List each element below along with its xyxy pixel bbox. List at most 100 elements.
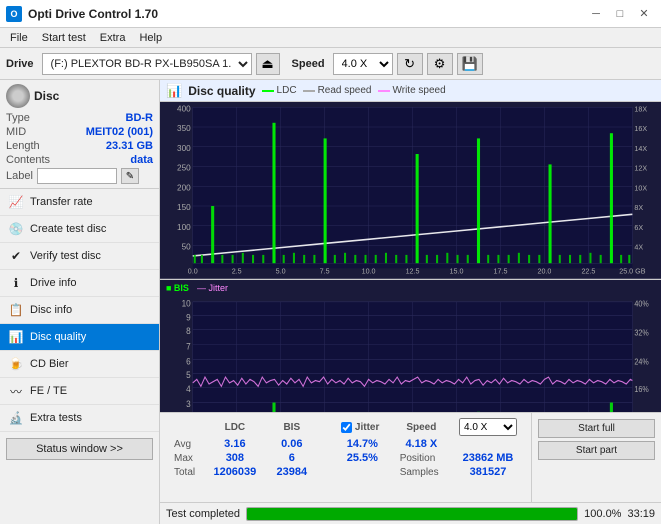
speed-value-select[interactable]: 4.0 X bbox=[459, 418, 517, 436]
minimize-button[interactable]: ─ bbox=[585, 5, 607, 23]
svg-text:8X: 8X bbox=[634, 203, 643, 212]
disc-quality-header: 📊 Disc quality LDC Read speed Write spee… bbox=[160, 80, 661, 102]
disc-label-row: Label ✎ bbox=[6, 168, 153, 184]
menu-extra[interactable]: Extra bbox=[94, 31, 132, 45]
nav-list: 📈Transfer rate💿Create test disc✔Verify t… bbox=[0, 189, 159, 432]
svg-text:0.0: 0.0 bbox=[188, 267, 198, 276]
progress-bar-outer bbox=[246, 507, 578, 521]
svg-text:24%: 24% bbox=[634, 357, 648, 367]
svg-text:32%: 32% bbox=[634, 328, 648, 338]
speed-select[interactable]: 4.0 X bbox=[333, 53, 393, 75]
ldc-color-dot bbox=[262, 90, 274, 92]
label-input[interactable] bbox=[37, 168, 117, 184]
type-label: Type bbox=[6, 112, 30, 124]
total-bis: 23984 bbox=[267, 465, 317, 479]
mid-value: MEIT02 (001) bbox=[86, 126, 153, 138]
nav-item-extra-tests[interactable]: 🔬 Extra tests bbox=[0, 405, 159, 432]
chart1-svg: 400 350 300 250 200 150 100 50 18X 16X 1… bbox=[160, 102, 661, 279]
svg-text:16%: 16% bbox=[634, 385, 648, 395]
nav-icon-disc-quality: 📊 bbox=[8, 329, 24, 345]
nav-icon-fe-te: 〰 bbox=[8, 383, 24, 399]
chart1-container: 400 350 300 250 200 150 100 50 18X 16X 1… bbox=[160, 102, 661, 280]
close-button[interactable]: ✕ bbox=[633, 5, 655, 23]
max-row: Max 308 6 25.5% Position 23862 MB bbox=[166, 451, 525, 465]
nav-item-fe-te[interactable]: 〰FE / TE bbox=[0, 378, 159, 405]
chart2-container: ■ BIS — Jitter bbox=[160, 280, 661, 412]
menu-help[interactable]: Help bbox=[133, 31, 168, 45]
svg-text:15.0: 15.0 bbox=[450, 267, 464, 276]
nav-item-transfer-rate[interactable]: 📈Transfer rate bbox=[0, 189, 159, 216]
svg-text:300: 300 bbox=[177, 144, 191, 153]
nav-item-drive-info[interactable]: ℹDrive info bbox=[0, 270, 159, 297]
speed-label: Speed bbox=[292, 58, 325, 70]
nav-item-disc-quality[interactable]: 📊 Disc quality bbox=[0, 324, 159, 351]
time-text: 33:19 bbox=[627, 508, 655, 520]
svg-text:400: 400 bbox=[177, 104, 191, 113]
svg-text:22.5: 22.5 bbox=[581, 267, 595, 276]
samples-value: 381527 bbox=[451, 465, 525, 479]
status-text: Test completed bbox=[166, 508, 240, 520]
disc-section-title: Disc bbox=[34, 89, 59, 103]
drive-select[interactable]: (F:) PLEXTOR BD-R PX-LB950SA 1.06 bbox=[42, 53, 252, 75]
start-part-button[interactable]: Start part bbox=[538, 441, 655, 460]
save-button[interactable]: 💾 bbox=[457, 53, 483, 75]
svg-text:250: 250 bbox=[177, 164, 191, 173]
nav-item-disc-info[interactable]: 📋Disc info bbox=[0, 297, 159, 324]
status-window-button[interactable]: Status window >> bbox=[6, 438, 153, 460]
nav-label-disc-quality: Disc quality bbox=[30, 331, 86, 343]
legend-write-speed: Write speed bbox=[378, 85, 446, 96]
disc-length-row: Length 23.31 GB bbox=[6, 140, 153, 152]
svg-text:9: 9 bbox=[186, 312, 191, 323]
avg-jitter: 14.7% bbox=[333, 437, 392, 451]
refresh-button[interactable]: ↻ bbox=[397, 53, 423, 75]
svg-text:8: 8 bbox=[186, 326, 191, 337]
svg-text:25.0 GB: 25.0 GB bbox=[619, 267, 645, 276]
svg-text:4: 4 bbox=[186, 383, 191, 394]
legend-ldc: LDC bbox=[262, 85, 297, 96]
label-label: Label bbox=[6, 170, 33, 182]
drive-label: Drive bbox=[6, 58, 34, 70]
length-value: 23.31 GB bbox=[106, 140, 153, 152]
svg-text:14X: 14X bbox=[634, 144, 647, 153]
settings-button[interactable]: ⚙ bbox=[427, 53, 453, 75]
nav-item-verify-test-disc[interactable]: ✔Verify test disc bbox=[0, 243, 159, 270]
svg-text:20.0: 20.0 bbox=[537, 267, 551, 276]
contents-value: data bbox=[130, 154, 153, 166]
samples-label: Samples bbox=[392, 465, 451, 479]
label-edit-button[interactable]: ✎ bbox=[121, 168, 139, 184]
nav-item-create-test-disc[interactable]: 💿Create test disc bbox=[0, 216, 159, 243]
nav-label-extra-tests: Extra tests bbox=[30, 412, 82, 424]
progress-bar-area: Test completed 100.0% 33:19 bbox=[160, 502, 661, 524]
menu-file[interactable]: File bbox=[4, 31, 34, 45]
avg-speed: 4.18 X bbox=[392, 437, 451, 451]
nav-item-cd-bier[interactable]: 🍺CD Bier bbox=[0, 351, 159, 378]
svg-text:10: 10 bbox=[182, 298, 191, 309]
jitter-checkbox[interactable] bbox=[341, 422, 352, 433]
read-speed-color-dot bbox=[303, 90, 315, 92]
position-value: 23862 MB bbox=[451, 451, 525, 465]
write-speed-color-dot bbox=[378, 90, 390, 92]
nav-icon-extra-tests: 🔬 bbox=[8, 410, 24, 426]
max-jitter: 25.5% bbox=[333, 451, 392, 465]
jitter-header: Jitter bbox=[341, 422, 384, 433]
disc-icon bbox=[6, 84, 30, 108]
maximize-button[interactable]: □ bbox=[609, 5, 631, 23]
svg-text:350: 350 bbox=[177, 124, 191, 133]
stats-bar: LDC BIS Jitter Speed bbox=[160, 412, 661, 502]
write-speed-legend-label: Write speed bbox=[393, 85, 446, 96]
svg-text:6: 6 bbox=[186, 356, 191, 367]
jitter-chart-label: — Jitter bbox=[197, 283, 228, 293]
nav-icon-verify-test-disc: ✔ bbox=[8, 248, 24, 264]
action-buttons: Start full Start part bbox=[538, 419, 655, 460]
menu-start-test[interactable]: Start test bbox=[36, 31, 92, 45]
type-value: BD-R bbox=[126, 112, 154, 124]
disc-contents-row: Contents data bbox=[6, 154, 153, 166]
svg-text:12.5: 12.5 bbox=[406, 267, 420, 276]
eject-button[interactable]: ⏏ bbox=[256, 53, 280, 75]
max-bis: 6 bbox=[267, 451, 317, 465]
start-full-button[interactable]: Start full bbox=[538, 419, 655, 438]
ldc-legend-label: LDC bbox=[277, 85, 297, 96]
legend-read-speed: Read speed bbox=[303, 85, 372, 96]
nav-icon-disc-info: 📋 bbox=[8, 302, 24, 318]
app-icon: O bbox=[6, 6, 22, 22]
